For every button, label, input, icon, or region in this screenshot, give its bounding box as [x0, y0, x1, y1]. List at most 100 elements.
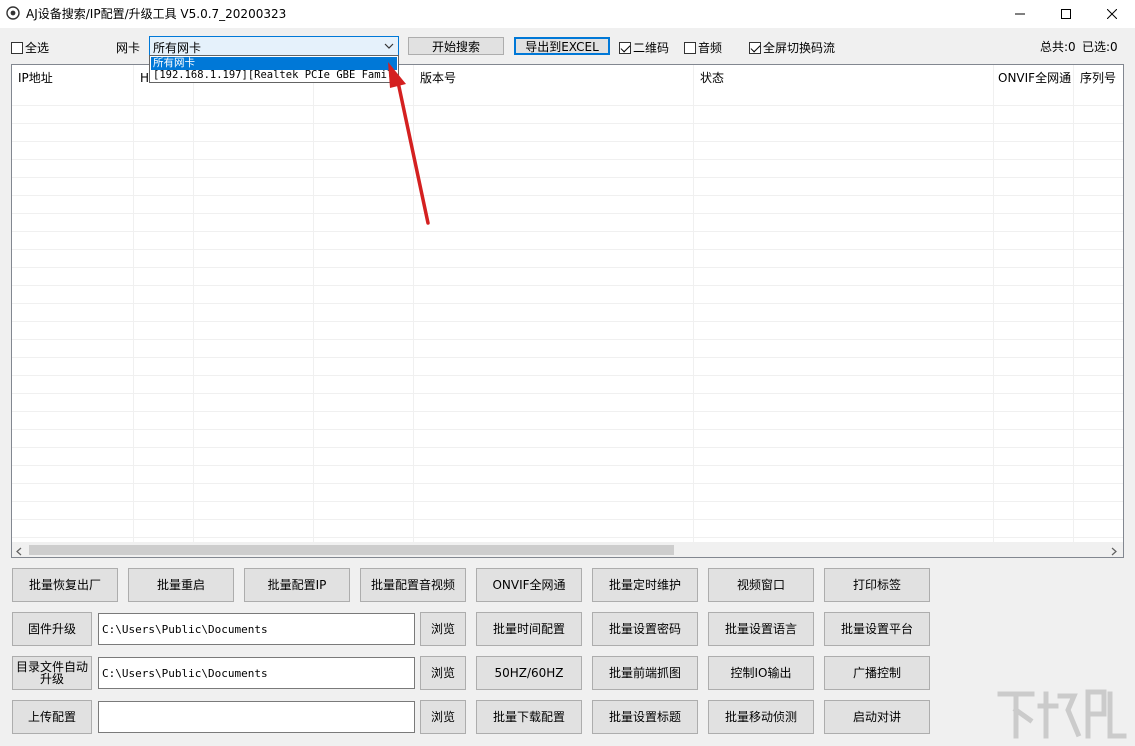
- close-button[interactable]: [1089, 0, 1135, 28]
- dir-auto-upgrade-line2: 升级: [39, 672, 64, 686]
- row-divider: [12, 339, 1123, 340]
- firmware-upgrade-button[interactable]: 固件升级: [12, 612, 92, 646]
- horizontal-scrollbar[interactable]: [12, 542, 1123, 557]
- minimize-icon: [1015, 13, 1025, 15]
- export-excel-button[interactable]: 导出到EXCEL: [514, 37, 610, 55]
- batch-scheduled-maintenance-button[interactable]: 批量定时维护: [592, 568, 698, 602]
- qrcode-box[interactable]: [619, 41, 631, 54]
- batch-factory-reset-button[interactable]: 批量恢复出厂: [12, 568, 118, 602]
- row-divider: [12, 267, 1123, 268]
- start-intercom-button[interactable]: 启动对讲: [824, 700, 930, 734]
- row-divider: [12, 447, 1123, 448]
- row-divider: [12, 357, 1123, 358]
- scrollbar-thumb[interactable]: [29, 545, 674, 555]
- scroll-right-icon[interactable]: [1111, 545, 1117, 557]
- total-count: 总共:0: [1040, 40, 1076, 54]
- row-divider: [12, 393, 1123, 394]
- row-divider: [12, 177, 1123, 178]
- row-divider: [12, 303, 1123, 304]
- upload-path-input[interactable]: [98, 701, 415, 733]
- batch-config-ip-button[interactable]: 批量配置IP: [244, 568, 350, 602]
- row-divider: [12, 501, 1123, 502]
- nic-select[interactable]: 所有网卡: [149, 36, 399, 56]
- onvif-button[interactable]: ONVIF全网通: [476, 568, 582, 602]
- fullscreen-switch-box[interactable]: [749, 41, 761, 54]
- batch-motion-detect-button[interactable]: 批量移动侦测: [708, 700, 814, 734]
- row-divider: [12, 159, 1123, 160]
- minimize-button[interactable]: [997, 0, 1043, 28]
- row-divider: [12, 537, 1123, 538]
- col-header-status[interactable]: 状态: [694, 65, 993, 91]
- row-divider: [12, 141, 1123, 142]
- video-window-button[interactable]: 视频窗口: [708, 568, 814, 602]
- hz-switch-button[interactable]: 50HZ/60HZ: [476, 656, 582, 690]
- device-table[interactable]: IP地址 HT 版本号 状态 ONVIF全网通 序列号: [11, 64, 1124, 558]
- batch-set-platform-button[interactable]: 批量设置平台: [824, 612, 930, 646]
- row-divider: [12, 213, 1123, 214]
- row-divider: [12, 285, 1123, 286]
- row-divider: [12, 249, 1123, 250]
- nic-option-realtek[interactable]: [192.168.1.197][Realtek PCIe GBE Family: [151, 69, 397, 82]
- browse-dir-button[interactable]: 浏览: [420, 656, 466, 690]
- dir-auto-upgrade-button[interactable]: 目录文件自动 升级: [12, 656, 92, 690]
- row-divider: [12, 195, 1123, 196]
- fullscreen-switch-label: 全屏切换码流: [763, 41, 836, 55]
- select-all-label: 全选: [25, 41, 50, 55]
- select-all-checkbox[interactable]: 全选: [11, 39, 49, 56]
- audio-checkbox[interactable]: 音频: [684, 39, 722, 56]
- nic-dropdown-list[interactable]: 所有网卡 [192.168.1.197][Realtek PCIe GBE Fa…: [149, 55, 399, 83]
- col-header-serial[interactable]: 序列号: [1074, 65, 1123, 91]
- batch-reboot-button[interactable]: 批量重启: [128, 568, 234, 602]
- maximize-icon: [1061, 9, 1071, 19]
- scroll-left-icon[interactable]: [16, 545, 22, 557]
- dir-path-input[interactable]: C:\Users\Public\Documents: [98, 657, 415, 689]
- fullscreen-switch-checkbox[interactable]: 全屏切换码流: [749, 39, 835, 56]
- qrcode-checkbox[interactable]: 二维码: [619, 39, 669, 56]
- browse-firmware-button[interactable]: 浏览: [420, 612, 466, 646]
- chevron-down-icon[interactable]: [380, 37, 398, 55]
- row-divider: [12, 411, 1123, 412]
- col-header-ip[interactable]: IP地址: [12, 65, 133, 91]
- audio-box[interactable]: [684, 41, 696, 54]
- row-divider: [12, 231, 1123, 232]
- row-divider: [12, 465, 1123, 466]
- batch-config-av-button[interactable]: 批量配置音视频: [360, 568, 466, 602]
- batch-set-language-button[interactable]: 批量设置语言: [708, 612, 814, 646]
- col-divider: [1073, 65, 1074, 543]
- browse-upload-button[interactable]: 浏览: [420, 700, 466, 734]
- maximize-button[interactable]: [1043, 0, 1089, 28]
- annotation-arrow-icon: [388, 62, 430, 225]
- start-search-button[interactable]: 开始搜索: [408, 37, 504, 55]
- col-header-onvif[interactable]: ONVIF全网通: [994, 65, 1073, 91]
- col-divider: [313, 65, 314, 543]
- qrcode-label: 二维码: [633, 41, 670, 55]
- close-icon: [1107, 9, 1117, 19]
- select-all-box[interactable]: [11, 41, 23, 54]
- window-title: AJ设备搜索/IP配置/升级工具 V5.0.7_20200323: [26, 7, 287, 21]
- row-divider: [12, 429, 1123, 430]
- broadcast-control-button[interactable]: 广播控制: [824, 656, 930, 690]
- col-divider: [133, 65, 134, 543]
- app-icon: [6, 6, 20, 20]
- col-header-version[interactable]: 版本号: [414, 65, 693, 91]
- row-divider: [12, 375, 1123, 376]
- batch-set-title-button[interactable]: 批量设置标题: [592, 700, 698, 734]
- col-divider: [193, 65, 194, 543]
- print-label-button[interactable]: 打印标签: [824, 568, 930, 602]
- watermark-logo-icon: [997, 689, 1127, 739]
- row-divider: [12, 123, 1123, 124]
- row-divider: [12, 321, 1123, 322]
- selected-count: 已选:0: [1082, 40, 1118, 54]
- upload-config-button[interactable]: 上传配置: [12, 700, 92, 734]
- batch-download-config-button[interactable]: 批量下载配置: [476, 700, 582, 734]
- audio-label: 音频: [698, 41, 723, 55]
- batch-time-config-button[interactable]: 批量时间配置: [476, 612, 582, 646]
- batch-set-password-button[interactable]: 批量设置密码: [592, 612, 698, 646]
- io-output-button[interactable]: 控制IO输出: [708, 656, 814, 690]
- nic-label: 网卡: [116, 41, 141, 55]
- row-divider: [12, 105, 1123, 106]
- row-divider: [12, 519, 1123, 520]
- firmware-path-input[interactable]: C:\Users\Public\Documents: [98, 613, 415, 645]
- row-divider: [12, 483, 1123, 484]
- batch-snapshot-button[interactable]: 批量前端抓图: [592, 656, 698, 690]
